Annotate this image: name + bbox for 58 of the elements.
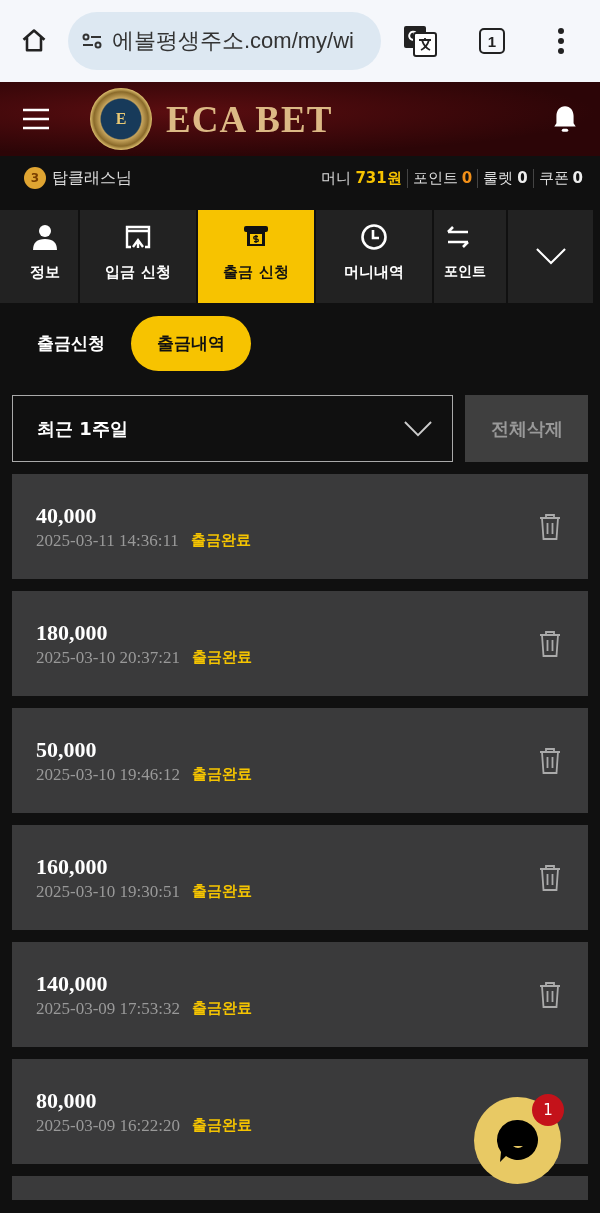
trash-icon[interactable] [538, 629, 562, 658]
person-icon [31, 223, 59, 251]
brand-name[interactable]: ECA BET [166, 97, 333, 141]
trash-icon[interactable] [538, 746, 562, 775]
date-time: 2025-03-10 19:46:12 [36, 764, 181, 785]
stat-value: 731원 [355, 168, 402, 188]
stat-label: 머니 [321, 168, 352, 188]
menu-tab[interactable]: 정보 [0, 210, 78, 303]
tab-count-button[interactable]: 1 [479, 28, 505, 54]
status-text: 출금완료 [192, 1116, 253, 1135]
emblem-letter: E [115, 110, 127, 128]
status-text: 출금완료 [192, 999, 253, 1018]
date-time: 2025-03-09 16:22:20 [36, 1115, 181, 1136]
status-text: 출금완료 [192, 765, 253, 784]
level-badge: 3 [24, 167, 46, 189]
status-text: 출금완료 [192, 882, 253, 901]
date-time: 2025-03-10 19:30:51 [36, 881, 181, 902]
menu-tab[interactable]: 포인트 [434, 210, 506, 303]
stat-label: 쿠폰 [538, 168, 569, 188]
chevron-down-icon [535, 248, 566, 265]
period-dropdown[interactable]: 최근 1주일 [12, 395, 453, 462]
user-name: 탑클래스님 [52, 167, 132, 189]
stat-label: 포인트 [412, 168, 458, 188]
more-menu-icon[interactable] [557, 28, 565, 54]
amount-text: 50,000 [36, 736, 98, 763]
amount-text: 40,000 [36, 502, 98, 529]
bell-icon[interactable] [552, 104, 578, 134]
trash-icon[interactable] [538, 512, 562, 541]
stat-value: 0 [461, 168, 473, 188]
menu-tab[interactable]: 입금 신청 [80, 210, 196, 303]
clock-icon [360, 223, 388, 251]
status-text: 출금완료 [190, 531, 251, 550]
url-text: 에볼평생주소.com/my/wi [112, 27, 354, 55]
trash-icon[interactable] [538, 980, 562, 1009]
date-time: 2025-03-09 17:53:32 [36, 998, 181, 1019]
address-bar[interactable]: 에볼평생주소.com/my/wi [68, 12, 381, 70]
stat-label: 룰렛 [483, 168, 514, 188]
translate-icon[interactable] [403, 25, 437, 57]
date-time: 2025-03-11 14:36:11 [36, 530, 179, 551]
stat-value: 0 [572, 168, 583, 188]
delete-all-button[interactable]: 전체삭제 [465, 395, 588, 462]
chevron-down-icon [404, 420, 432, 437]
amount-text: 140,000 [36, 970, 109, 997]
menu-tab[interactable]: 출금 신청 [198, 210, 314, 303]
upload-icon [124, 223, 152, 251]
sub-tab[interactable]: 출금신청 [37, 331, 105, 355]
amount-text: 160,000 [36, 853, 109, 880]
amount-text: 180,000 [36, 619, 109, 646]
menu-tab[interactable]: 머니내역 [316, 210, 432, 303]
home-icon[interactable] [20, 27, 48, 55]
date-time: 2025-03-10 20:37:21 [36, 647, 181, 668]
chat-bubble-icon [495, 1117, 540, 1164]
stat-value: 0 [517, 168, 528, 188]
trash-icon[interactable] [538, 863, 562, 892]
sub-tab[interactable]: 출금내역 [131, 315, 251, 371]
status-text: 출금완료 [192, 648, 253, 667]
amount-text: 80,000 [36, 1087, 98, 1114]
menu-icon[interactable] [22, 108, 50, 130]
